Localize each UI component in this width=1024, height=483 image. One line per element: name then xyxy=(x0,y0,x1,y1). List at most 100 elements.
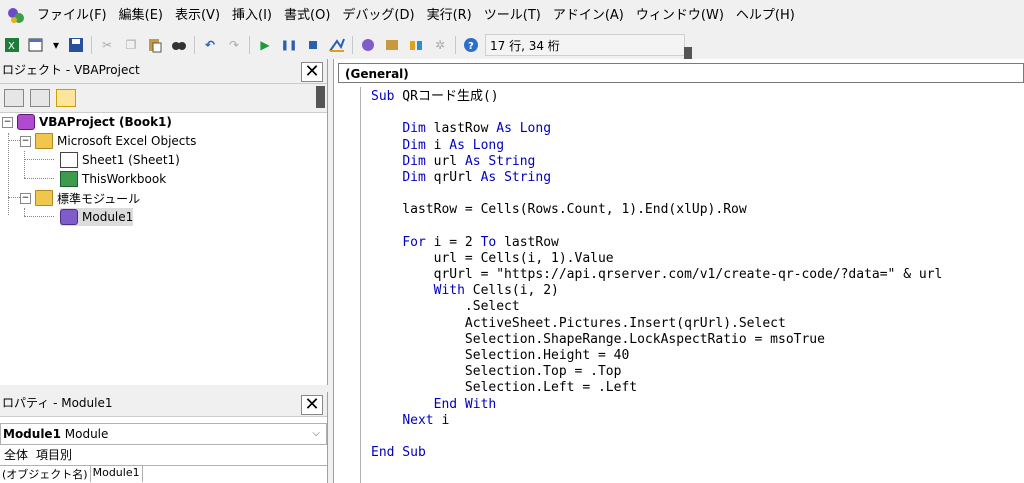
tree-node-excel-objects[interactable]: − Microsoft Excel Objects xyxy=(20,132,196,150)
menu-item-2[interactable]: 表示(V) xyxy=(169,0,226,32)
tab-all[interactable]: 全体 xyxy=(0,445,32,465)
undo-icon[interactable]: ↶ xyxy=(201,36,219,54)
code-keyword: Dim xyxy=(402,169,426,185)
properties-object-select[interactable]: Module1 Module ⌵ xyxy=(0,423,327,445)
toolbox-icon[interactable]: ✲ xyxy=(431,36,449,54)
collapse-icon[interactable]: − xyxy=(20,135,31,147)
project-explorer-icon[interactable] xyxy=(359,36,377,54)
worksheet-icon xyxy=(60,152,78,168)
toggle-folders-icon[interactable] xyxy=(56,89,76,107)
code-margin[interactable] xyxy=(338,87,361,483)
folder-icon xyxy=(35,190,53,206)
run-icon[interactable]: ▶ xyxy=(256,36,274,54)
tree-node-module1[interactable]: Module1 xyxy=(60,208,134,226)
code-line: Selection.ShapeRange.LockAspectRatio = m… xyxy=(371,332,1021,348)
tree-node-label: 標準モジュール xyxy=(57,191,141,206)
tree-node-label: Module1 xyxy=(82,210,134,224)
code-line: Dim url As String xyxy=(371,154,1021,170)
property-value[interactable]: Module1 xyxy=(91,466,143,482)
code-keyword: As String xyxy=(464,153,536,169)
tree-node-label: Microsoft Excel Objects xyxy=(57,134,197,148)
properties-title: ロパティ - Module1 ✕ xyxy=(0,392,327,417)
cut-icon[interactable]: ✂ xyxy=(98,36,116,54)
code-text: Cells(i, 2) xyxy=(464,283,559,299)
chevron-down-icon[interactable]: ▾ xyxy=(51,36,61,54)
code-text: qrUrl = "https://api.qrserver.com/v1/cre… xyxy=(371,267,943,283)
toolbar-separator xyxy=(455,36,456,54)
menu-item-10[interactable]: ヘルプ(H) xyxy=(730,0,801,32)
object-combo[interactable]: (General) xyxy=(338,63,1024,83)
code-line: qrUrl = "https://api.qrserver.com/v1/cre… xyxy=(371,267,1021,283)
object-type: Module xyxy=(64,427,109,441)
find-icon[interactable] xyxy=(170,36,188,54)
view-object-icon[interactable] xyxy=(30,89,50,107)
code-keyword: Next xyxy=(402,412,434,428)
menu-item-6[interactable]: 実行(R) xyxy=(421,0,478,32)
collapse-icon[interactable]: − xyxy=(20,192,31,204)
object-name: Module1 xyxy=(3,427,61,441)
menu-item-8[interactable]: アドイン(A) xyxy=(547,0,630,32)
code-line: ActiveSheet.Pictures.Insert(qrUrl).Selec… xyxy=(371,316,1021,332)
close-icon[interactable]: ✕ xyxy=(301,62,323,82)
menu-bar: ファイル(F) 編集(E) 表示(V) 挿入(I) 書式(O) デバッグ(D) 実行(R) ツ… xyxy=(0,0,1024,32)
code-line: lastRow = Cells(Rows.Count, 1).End(xlUp)… xyxy=(371,202,1021,218)
tree-node-label: VBAProject (Book1) xyxy=(39,115,172,129)
design-mode-icon[interactable] xyxy=(328,36,346,54)
tab-category[interactable]: 項目別 xyxy=(32,445,76,465)
scroll-handle[interactable] xyxy=(316,86,325,108)
view-code-icon[interactable] xyxy=(4,89,24,107)
object-browser-icon[interactable] xyxy=(407,36,425,54)
code-text: lastRow = Cells(Rows.Count, 1).End(xlUp)… xyxy=(371,202,747,218)
menu-item-9[interactable]: ウィンドウ(W) xyxy=(630,0,730,32)
insert-module-icon[interactable] xyxy=(27,36,45,54)
svg-text:?: ? xyxy=(468,41,474,52)
properties-tabs: 全体 項目別 xyxy=(0,445,327,465)
tree-node-modules-folder[interactable]: − 標準モジュール xyxy=(20,189,140,207)
code-line: Selection.Top = .Top xyxy=(371,364,1021,380)
property-row[interactable]: (オブジェクト名) Module1 xyxy=(0,465,327,482)
reset-icon[interactable] xyxy=(304,36,322,54)
tree-node-thisworkbook[interactable]: ThisWorkbook xyxy=(60,170,166,188)
tree-node-vbaproject[interactable]: − VBAProject (Book1) xyxy=(2,113,172,131)
workbook-icon xyxy=(60,171,78,187)
code-line: Dim i As Long xyxy=(371,138,1021,154)
code-text: lastRow xyxy=(496,234,559,250)
menu-item-7[interactable]: ツール(T) xyxy=(478,0,547,32)
code-text: ActiveSheet.Pictures.Insert(qrUrl).Selec… xyxy=(371,315,786,331)
code-keyword: End With xyxy=(433,396,497,412)
vbaproject-icon xyxy=(17,114,35,130)
menu-item-1[interactable]: 編集(E) xyxy=(113,0,169,32)
properties-icon[interactable] xyxy=(383,36,401,54)
code-line: url = Cells(i, 1).Value xyxy=(371,251,1021,267)
cursor-position-text: 17 行, 34 桁 xyxy=(490,39,560,53)
project-explorer-toolbar xyxy=(0,84,327,113)
help-icon[interactable]: ? xyxy=(462,36,480,54)
code-text: lastRow xyxy=(425,121,497,137)
excel-view-icon[interactable]: X xyxy=(3,36,21,54)
menu-item-5[interactable]: デバッグ(D) xyxy=(336,0,420,32)
tree-node-label: Sheet1 (Sheet1) xyxy=(82,153,180,167)
redo-icon[interactable]: ↷ xyxy=(225,36,243,54)
collapse-icon[interactable]: − xyxy=(2,116,13,128)
code-keyword: Dim xyxy=(402,153,426,169)
menu-item-3[interactable]: 挿入(I) xyxy=(226,0,278,32)
paste-icon[interactable] xyxy=(146,36,164,54)
menu-item-4[interactable]: 書式(O) xyxy=(278,0,336,32)
menu-item-0[interactable]: ファイル(F) xyxy=(31,0,113,32)
module-icon xyxy=(60,209,78,225)
break-icon[interactable]: ❚❚ xyxy=(280,36,298,54)
tree-node-sheet1[interactable]: Sheet1 (Sheet1) xyxy=(60,151,180,169)
code-line: End Sub xyxy=(371,445,1021,461)
code-window: (General) Sub QRコード生成() Dim lastRow As L… xyxy=(333,59,1024,483)
code-editor[interactable]: Sub QRコード生成() Dim lastRow As Long Dim i … xyxy=(371,89,1021,483)
standard-toolbar: X ▾ ✂ ❐ ↶ ↷ ▶ ❚❚ ✲ ? 17 行, 34 桁 xyxy=(0,32,1024,61)
close-icon[interactable]: ✕ xyxy=(301,395,323,415)
save-icon[interactable] xyxy=(67,36,85,54)
copy-icon[interactable]: ❐ xyxy=(122,36,140,54)
